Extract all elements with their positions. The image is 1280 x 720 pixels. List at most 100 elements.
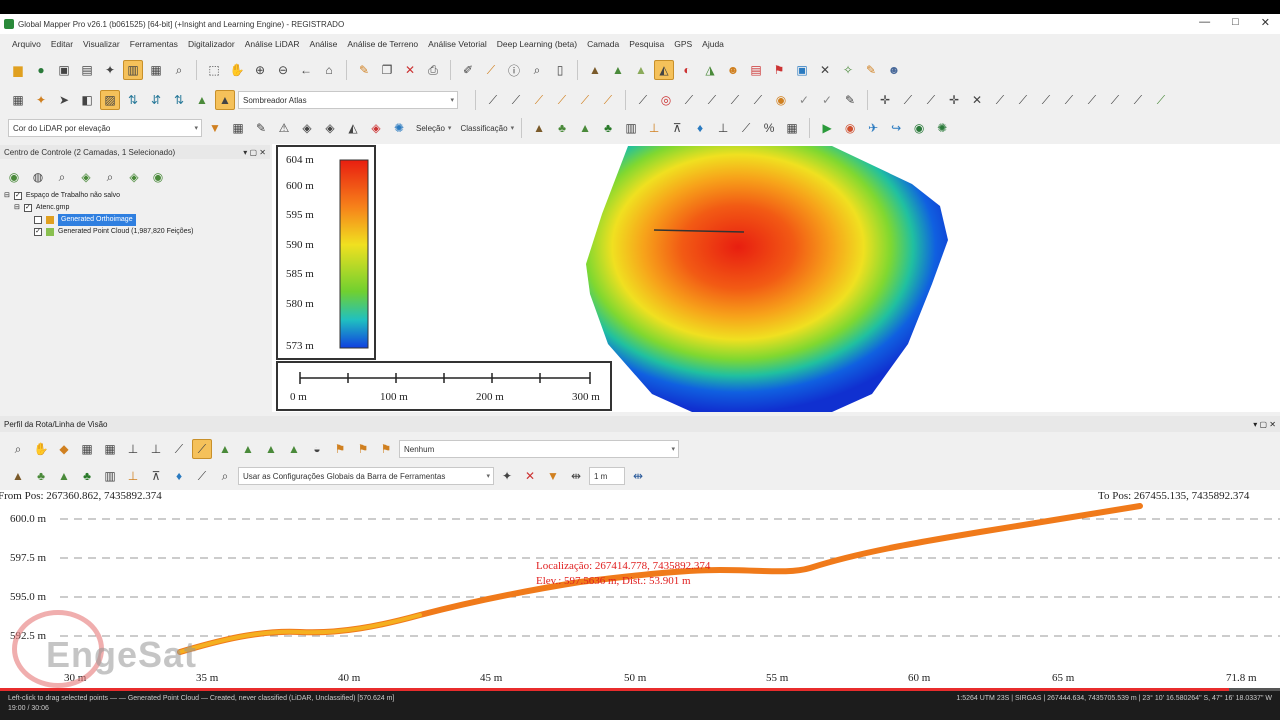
grid-icon[interactable]: ▦ <box>8 90 28 110</box>
gps-icon[interactable]: ▯ <box>550 60 570 80</box>
edit-line3-icon[interactable]: ⟋ <box>702 90 722 110</box>
measure-icon[interactable]: ⟋ <box>481 60 501 80</box>
shader-icon[interactable]: ▲ <box>215 90 235 110</box>
ruler-icon[interactable]: ⟋ <box>1151 90 1171 110</box>
menu-analise-terreno[interactable]: Análise de Terreno <box>347 39 418 49</box>
split-icon[interactable]: ✕ <box>967 90 987 110</box>
profile-flag3-icon[interactable]: ⚑ <box>376 439 396 459</box>
profile-select[interactable]: Nenhum ▾ <box>399 440 679 458</box>
tree-layer-pointcloud[interactable]: ✓ Generated Point Cloud (1,987,820 Feiçõ… <box>4 226 193 238</box>
menu-digitalizador[interactable]: Digitalizador <box>188 39 235 49</box>
tree-layer-orthoimage[interactable]: Generated Orthoimage <box>4 214 193 226</box>
building-icon[interactable]: ▥ <box>621 118 641 138</box>
menu-analise-vetorial[interactable]: Análise Vetorial <box>428 39 487 49</box>
terrain-icon[interactable]: ▲ <box>585 60 605 80</box>
open-folder-icon[interactable]: ▆ <box>8 60 28 80</box>
vertex5-icon[interactable]: ⟋ <box>1036 90 1056 110</box>
target-icon[interactable]: ◎ <box>656 90 676 110</box>
light-icon[interactable]: ▲ <box>192 90 212 110</box>
pointcloud-icon[interactable]: ✧ <box>838 60 858 80</box>
zoom-in-icon[interactable]: ⊕ <box>250 60 270 80</box>
classification-menu[interactable]: Classificação <box>460 124 507 133</box>
control-center-icon[interactable]: ▥ <box>123 60 143 80</box>
edit-line-icon[interactable]: ⟋ <box>633 90 653 110</box>
zoom-out-icon[interactable]: ⊖ <box>273 60 293 80</box>
lidar-edit-icon[interactable]: ✎ <box>251 118 271 138</box>
cube-icon[interactable]: ◧ <box>77 90 97 110</box>
export-icon[interactable]: ▤ <box>77 60 97 80</box>
profile-grid-icon[interactable]: ▦ <box>77 439 97 459</box>
edit-icon[interactable]: ✎ <box>840 90 860 110</box>
vertex6-icon[interactable]: ⟋ <box>1059 90 1079 110</box>
pan-icon[interactable]: ✋ <box>227 60 247 80</box>
feature-search-icon[interactable]: ⌕ <box>527 60 547 80</box>
paint-icon[interactable]: ◉ <box>771 90 791 110</box>
p-pole-icon[interactable]: ⊥ <box>123 466 143 486</box>
up-down3-icon[interactable]: ⇅ <box>169 90 189 110</box>
noise-icon[interactable]: ⊥ <box>713 118 733 138</box>
user-icon[interactable]: ☻ <box>723 60 743 80</box>
person-icon[interactable]: ☻ <box>884 60 904 80</box>
video-progress-bar[interactable] <box>0 688 1280 691</box>
cc-search-icon[interactable]: ⌕ <box>100 167 120 187</box>
crossed-tools-icon[interactable]: ✕ <box>815 60 835 80</box>
record-icon[interactable]: ◉ <box>909 118 929 138</box>
p-filter-icon[interactable]: ▼ <box>543 466 563 486</box>
redo-icon[interactable]: ↪ <box>886 118 906 138</box>
overview-icon[interactable]: ▦ <box>146 60 166 80</box>
cc-refresh-icon[interactable]: ◉ <box>148 167 168 187</box>
print-icon[interactable]: ⎙ <box>423 60 443 80</box>
profile-chart[interactable]: From Pos: 267360.862, 7435892.374 To Pos… <box>0 490 1280 688</box>
lidar-select3-icon[interactable]: ◭ <box>343 118 363 138</box>
menu-ferramentas[interactable]: Ferramentas <box>130 39 178 49</box>
digitize-icon[interactable]: ✐ <box>458 60 478 80</box>
vertex4-icon[interactable]: ⟋ <box>1013 90 1033 110</box>
play-icon[interactable]: ▶ <box>817 118 837 138</box>
profile-hat-icon[interactable]: ◒ <box>307 439 327 459</box>
veg2-icon[interactable]: ▲ <box>575 118 595 138</box>
flag-icon[interactable]: ⚑ <box>769 60 789 80</box>
shader-select[interactable]: Sombreador Atlas ▾ <box>238 91 458 109</box>
hatch-icon[interactable]: ▨ <box>100 90 120 110</box>
zoom-box-icon[interactable]: ⬚ <box>204 60 224 80</box>
lidar-select-icon[interactable]: ◈ <box>297 118 317 138</box>
profile-zoom-icon[interactable]: ⌕ <box>8 439 28 459</box>
profile-flag2-icon[interactable]: ⚑ <box>353 439 373 459</box>
profile-vert-icon[interactable]: ⊥ <box>123 439 143 459</box>
view-shed-icon[interactable]: ◐ <box>677 60 697 80</box>
move2-icon[interactable]: ✛ <box>944 90 964 110</box>
profile-pan-icon[interactable]: ✋ <box>31 439 51 459</box>
tree-project[interactable]: ⊟ ✓ Atenc.gmp <box>4 202 193 214</box>
terrain3-icon[interactable]: ▲ <box>631 60 651 80</box>
profile-config-select[interactable]: Usar as Configurações Globais da Barra d… <box>238 467 494 485</box>
menu-gps[interactable]: GPS <box>674 39 692 49</box>
wire-icon[interactable]: ⟋ <box>736 118 756 138</box>
vertex-icon[interactable]: ⟋ <box>898 90 918 110</box>
watershed-icon[interactable]: ◮ <box>700 60 720 80</box>
lidar-select2-icon[interactable]: ◈ <box>320 118 340 138</box>
globe-icon[interactable]: ● <box>31 60 51 80</box>
check2-icon[interactable]: ✓ <box>817 90 837 110</box>
tree-workspace[interactable]: ⊟ ✓ Espaço de Trabalho não salvo <box>4 190 193 202</box>
vertex9-icon[interactable]: ⟋ <box>1128 90 1148 110</box>
cc-layer-icon[interactable]: ◈ <box>76 167 96 187</box>
compare-icon[interactable]: ▦ <box>782 118 802 138</box>
edit-line5-icon[interactable]: ⟋ <box>748 90 768 110</box>
pin-icon[interactable]: ✦ <box>31 90 51 110</box>
selection-menu[interactable]: Seleção <box>416 124 445 133</box>
vertex7-icon[interactable]: ⟋ <box>1082 90 1102 110</box>
fly-icon[interactable]: ✈ <box>863 118 883 138</box>
menu-ajuda[interactable]: Ajuda <box>702 39 724 49</box>
move-icon[interactable]: ✛ <box>875 90 895 110</box>
stop-icon[interactable]: ◉ <box>840 118 860 138</box>
up-down2-icon[interactable]: ⇵ <box>146 90 166 110</box>
p-tower-icon[interactable]: ⊼ <box>146 466 166 486</box>
tree-icon[interactable]: ♣ <box>598 118 618 138</box>
maximize-button[interactable]: □ <box>1232 16 1239 29</box>
menu-deep-learning[interactable]: Deep Learning (beta) <box>497 39 577 49</box>
menu-analise-lidar[interactable]: Análise LiDAR <box>245 39 300 49</box>
tower-icon[interactable]: ⊼ <box>667 118 687 138</box>
veg-icon[interactable]: ♣ <box>552 118 572 138</box>
close-button[interactable]: ✕ <box>1261 16 1270 29</box>
line-tool2-icon[interactable]: ⟋ <box>506 90 526 110</box>
